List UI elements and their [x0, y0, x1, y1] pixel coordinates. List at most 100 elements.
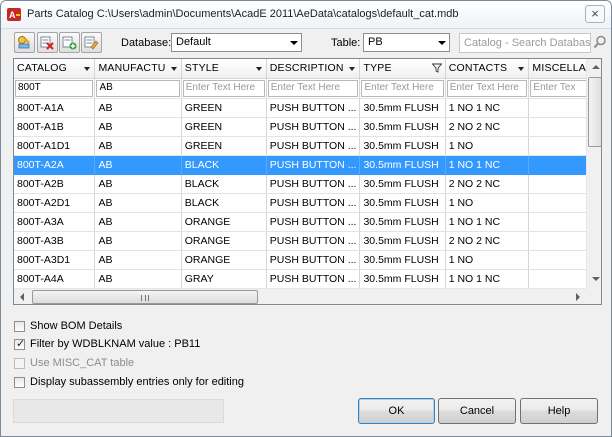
scroll-right-button[interactable]	[569, 289, 586, 304]
column-header-description[interactable]: DESCRIPTION	[266, 59, 361, 79]
table-cell: AB	[94, 231, 182, 251]
table-cell: 800T-A3B	[14, 231, 96, 251]
column-header-catalog[interactable]: CATALOG	[14, 59, 96, 79]
add-record-button[interactable]	[59, 32, 80, 53]
table-cell: 2 NO 2 NC	[445, 117, 530, 137]
column-filter-input[interactable]: 800T	[15, 79, 94, 97]
title-bar[interactable]: A Parts Catalog C:\Users\admin\Documents…	[1, 1, 611, 29]
table-row[interactable]: 800T-A3D1 AB ORANGE PUSH BUTTON ... 30.5mm F…	[14, 250, 601, 270]
search-icon[interactable]	[593, 35, 607, 49]
toolbar: Database: Default Table: PB Catalog - Se…	[1, 31, 611, 55]
checkbox[interactable]	[14, 377, 25, 388]
column-header-style[interactable]: STYLE	[181, 59, 267, 79]
table-cell: 800T-A1A	[14, 98, 96, 118]
vertical-scrollbar[interactable]	[586, 59, 601, 288]
table-cell: 800T-A1D1	[14, 136, 96, 156]
chevron-down-icon[interactable]	[255, 67, 262, 71]
column-filter-input[interactable]: Enter Text Here	[267, 79, 359, 97]
table-cell: GREEN	[181, 98, 267, 118]
database-value: Default	[176, 36, 211, 48]
acade-app-icon: A	[7, 8, 21, 21]
table-cell: BLACK	[181, 155, 267, 175]
table-row[interactable]: 800T-A1A AB GREEN PUSH BUTTON ... 30.5mm FLU…	[14, 98, 601, 118]
table-row[interactable]: 800T-A2A AB BLACK PUSH BUTTON ... 30.5mm FLU…	[14, 155, 601, 175]
window-title: Parts Catalog C:\Users\admin\Documents\A…	[27, 8, 459, 20]
table-cell: PUSH BUTTON ...	[266, 250, 361, 270]
option-label: Use MISC_CAT table	[30, 357, 135, 369]
column-header-contacts[interactable]: CONTACTS	[445, 59, 530, 79]
table-cell: AB	[94, 193, 182, 213]
catalog-search-input[interactable]: Catalog - Search Database	[459, 33, 591, 53]
column-header-label: CATALOG	[17, 62, 68, 75]
chevron-down-icon[interactable]	[518, 67, 525, 71]
table-row[interactable]: 800T-A3B AB ORANGE PUSH BUTTON ... 30.5mm FL…	[14, 231, 601, 251]
scroll-down-button[interactable]	[587, 271, 601, 288]
arrow-left-icon	[20, 293, 24, 301]
column-header-label: MISCELLA	[532, 62, 586, 75]
table-cell: AB	[94, 98, 182, 118]
horizontal-scroll-thumb[interactable]	[32, 290, 258, 304]
table-cell: 30.5mm FLUSH	[359, 231, 446, 251]
table-label: Table:	[331, 37, 361, 49]
filter-row: 800T AB Enter Text Here Enter Text Here Ente…	[14, 78, 601, 99]
table-cell: GRAY	[181, 269, 267, 289]
close-button[interactable]: ×	[585, 5, 605, 23]
table-select[interactable]: PB	[363, 33, 450, 52]
table-cell: 1 NO	[445, 136, 530, 156]
column-filter-input[interactable]: AB	[96, 79, 180, 97]
copy-edit-record-button[interactable]	[81, 32, 102, 53]
table-cell: BLACK	[181, 193, 267, 213]
table-cell: ORANGE	[181, 250, 267, 270]
database-label: Database:	[121, 37, 172, 49]
help-button[interactable]: Help	[520, 398, 598, 424]
table-row[interactable]: 800T-A1D1 AB GREEN PUSH BUTTON ... 30.5mm FL…	[14, 136, 601, 156]
copy-edit-record-icon	[84, 36, 99, 50]
table-cell: ORANGE	[181, 231, 267, 251]
database-select[interactable]: Default	[171, 33, 302, 52]
table-cell: 800T-A4A	[14, 269, 96, 289]
table-row[interactable]: 800T-A4A AB GRAY PUSH BUTTON ... 30.5mm FLUS…	[14, 269, 601, 289]
table-cell: 1 NO	[445, 250, 530, 270]
filter-cell: 800T	[14, 78, 96, 99]
vertical-scroll-thumb[interactable]	[588, 77, 601, 147]
table-cell: 30.5mm FLUSH	[359, 250, 446, 270]
delete-record-button[interactable]	[37, 32, 58, 53]
table-row[interactable]: 800T-A3A AB ORANGE PUSH BUTTON ... 30.5mm FL…	[14, 212, 601, 232]
checkbox[interactable]: ✓	[14, 338, 25, 350]
chevron-down-icon[interactable]	[170, 67, 177, 71]
column-header-type[interactable]: TYPE	[359, 59, 446, 79]
chevron-down-icon[interactable]	[84, 67, 91, 71]
column-header-label: DESCRIPTION	[269, 62, 344, 75]
table-cell: PUSH BUTTON ...	[266, 174, 361, 194]
table-cell: 30.5mm FLUSH	[359, 212, 446, 232]
table-row[interactable]: 800T-A1B AB GREEN PUSH BUTTON ... 30.5mm FLU…	[14, 117, 601, 137]
column-header-label: TYPE	[363, 62, 392, 75]
table-cell: AB	[94, 136, 182, 156]
scroll-up-button[interactable]	[587, 59, 601, 76]
column-filter-input[interactable]: Enter Text Here	[361, 79, 444, 97]
table-cell: 2 NO 2 NC	[445, 231, 530, 251]
column-header-label: CONTACTS	[448, 62, 508, 75]
header-row: CATALOG MANUFACTU STYLE DESCRIPTION TYPE CONT…	[14, 59, 601, 79]
table-cell: PUSH BUTTON ...	[266, 136, 361, 156]
chevron-down-icon[interactable]	[349, 67, 356, 71]
column-filter-input[interactable]: Enter Text Here	[182, 79, 265, 97]
table-cell: PUSH BUTTON ...	[266, 212, 361, 232]
catalog-grid[interactable]: CATALOG MANUFACTU STYLE DESCRIPTION TYPE CONT…	[13, 58, 602, 305]
scroll-left-button[interactable]	[14, 289, 31, 304]
column-header-manufactu[interactable]: MANUFACTU	[94, 59, 182, 79]
filter-funnel-icon[interactable]	[431, 63, 442, 73]
filter-cell: Enter Text Here	[445, 78, 530, 99]
checkbox[interactable]	[14, 321, 25, 332]
horizontal-scrollbar[interactable]	[14, 288, 586, 304]
ok-button[interactable]: OK	[358, 398, 435, 424]
table-row[interactable]: 800T-A2D1 AB BLACK PUSH BUTTON ... 30.5mm FL…	[14, 193, 601, 213]
edit-record-button[interactable]	[14, 32, 35, 53]
table-cell: 30.5mm FLUSH	[359, 269, 446, 289]
table-row[interactable]: 800T-A2B AB BLACK PUSH BUTTON ... 30.5mm FLU…	[14, 174, 601, 194]
cancel-button[interactable]: Cancel	[438, 398, 516, 424]
column-filter-input[interactable]: Enter Text Here	[446, 79, 528, 97]
table-cell: 800T-A3A	[14, 212, 96, 232]
table-cell: 1 NO 1 NC	[445, 98, 530, 118]
option-label: Filter by WDBLKNAM value : PB11	[30, 338, 201, 350]
